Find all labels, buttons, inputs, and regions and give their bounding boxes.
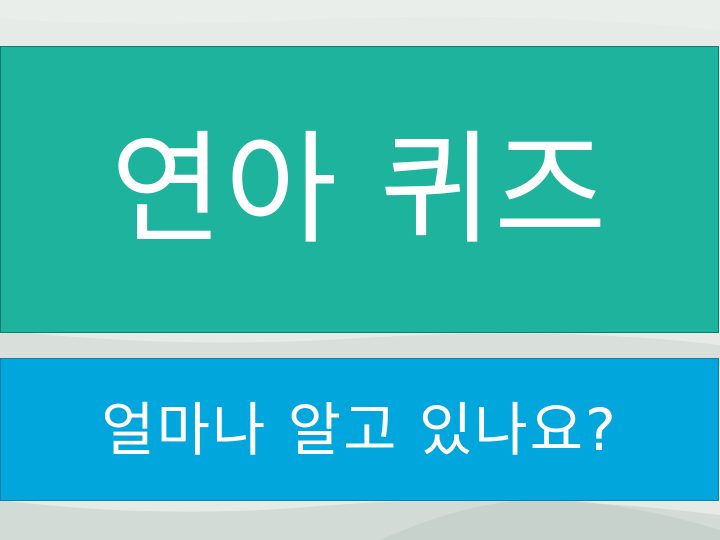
title-box: 연아 퀴즈 bbox=[0, 46, 719, 333]
subtitle-box: 얼마나 알고 있나요? bbox=[0, 358, 719, 501]
slide-subtitle: 얼마나 알고 있나요? bbox=[101, 395, 618, 464]
slide-title: 연아 퀴즈 bbox=[110, 118, 609, 261]
